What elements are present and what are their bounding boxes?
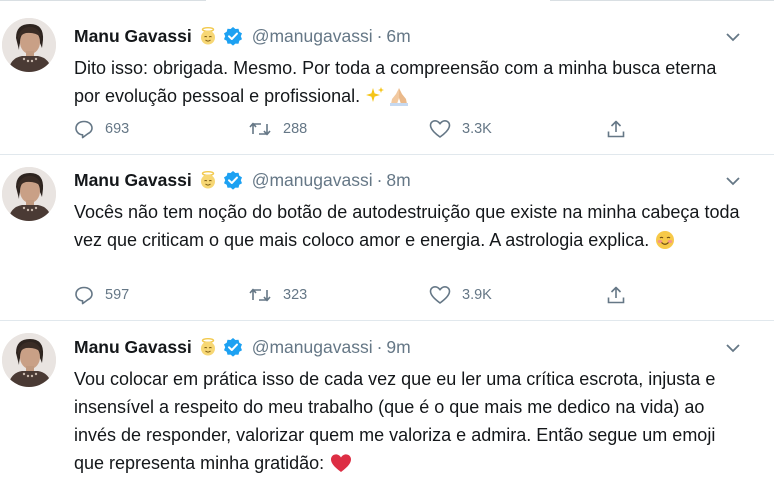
separator-dot: · xyxy=(376,336,383,357)
tweet-text: Dito isso: obrigada. Mesmo. Por toda a c… xyxy=(74,54,744,114)
heart-icon xyxy=(429,120,451,138)
tweet[interactable]: Manu Gavassi @manugavassi · 6m Dito isso… xyxy=(0,0,774,155)
separator-dot: · xyxy=(376,25,383,46)
display-name[interactable]: Manu Gavassi xyxy=(74,26,192,47)
reply-count: 693 xyxy=(105,121,130,137)
timestamp[interactable]: 9m xyxy=(386,337,410,358)
smiling-blush-face-icon xyxy=(655,230,675,258)
share-button[interactable] xyxy=(606,285,626,305)
tweet-body: Vocês não tem noção do botão de autodest… xyxy=(74,202,740,250)
like-button[interactable]: 3.3K xyxy=(429,119,492,139)
handle[interactable]: @manugavassi xyxy=(252,170,373,191)
chevron-down-icon[interactable] xyxy=(724,174,742,188)
tweet-text: Vou colocar em prática isso de cada vez … xyxy=(74,365,744,481)
tweet-body: Vou colocar em prática isso de cada vez … xyxy=(74,369,716,473)
like-button[interactable]: 3.9K xyxy=(429,285,492,305)
reply-button[interactable]: 693 xyxy=(74,119,129,139)
folded-hands-icon xyxy=(388,86,410,114)
like-count: 3.9K xyxy=(462,287,492,303)
retweet-button[interactable]: 288 xyxy=(248,119,307,139)
retweet-count: 323 xyxy=(283,287,308,303)
verified-badge-icon xyxy=(223,27,242,46)
avatar[interactable] xyxy=(2,333,56,387)
verified-badge-icon xyxy=(223,338,242,357)
retweet-button[interactable]: 323 xyxy=(248,285,307,305)
display-name[interactable]: Manu Gavassi xyxy=(74,337,192,358)
retweet-icon xyxy=(249,288,271,302)
angel-emoji-icon xyxy=(200,171,215,189)
handle[interactable]: @manugavassi xyxy=(252,26,373,47)
like-count: 3.3K xyxy=(462,121,492,137)
chevron-down-icon[interactable] xyxy=(724,341,742,355)
angel-emoji-icon xyxy=(200,338,215,356)
tweet-text: Vocês não tem noção do botão de autodest… xyxy=(74,198,744,258)
share-button[interactable] xyxy=(606,119,626,139)
angel-emoji-icon xyxy=(200,27,215,45)
display-name[interactable]: Manu Gavassi xyxy=(74,170,192,191)
avatar[interactable] xyxy=(2,167,56,221)
reply-icon xyxy=(75,120,93,139)
reply-button[interactable]: 597 xyxy=(74,285,129,305)
avatar[interactable] xyxy=(2,18,56,72)
share-icon xyxy=(607,120,625,138)
reply-count: 597 xyxy=(105,287,130,303)
tweet[interactable]: Manu Gavassi @manugavassi · 9m Vou coloc… xyxy=(0,321,774,481)
sparkles-icon xyxy=(366,86,386,114)
verified-badge-icon xyxy=(223,171,242,190)
reply-icon xyxy=(75,286,93,305)
share-icon xyxy=(607,286,625,304)
separator-dot: · xyxy=(376,169,383,190)
retweet-icon xyxy=(249,122,271,136)
tweet[interactable]: Manu Gavassi @manugavassi · 8m Vocês não… xyxy=(0,155,774,321)
retweet-count: 288 xyxy=(283,121,308,137)
timestamp[interactable]: 8m xyxy=(386,170,410,191)
chevron-down-icon[interactable] xyxy=(724,30,742,44)
red-heart-icon xyxy=(330,453,352,481)
handle[interactable]: @manugavassi xyxy=(252,337,373,358)
timestamp[interactable]: 6m xyxy=(386,26,410,47)
heart-icon xyxy=(429,286,451,304)
